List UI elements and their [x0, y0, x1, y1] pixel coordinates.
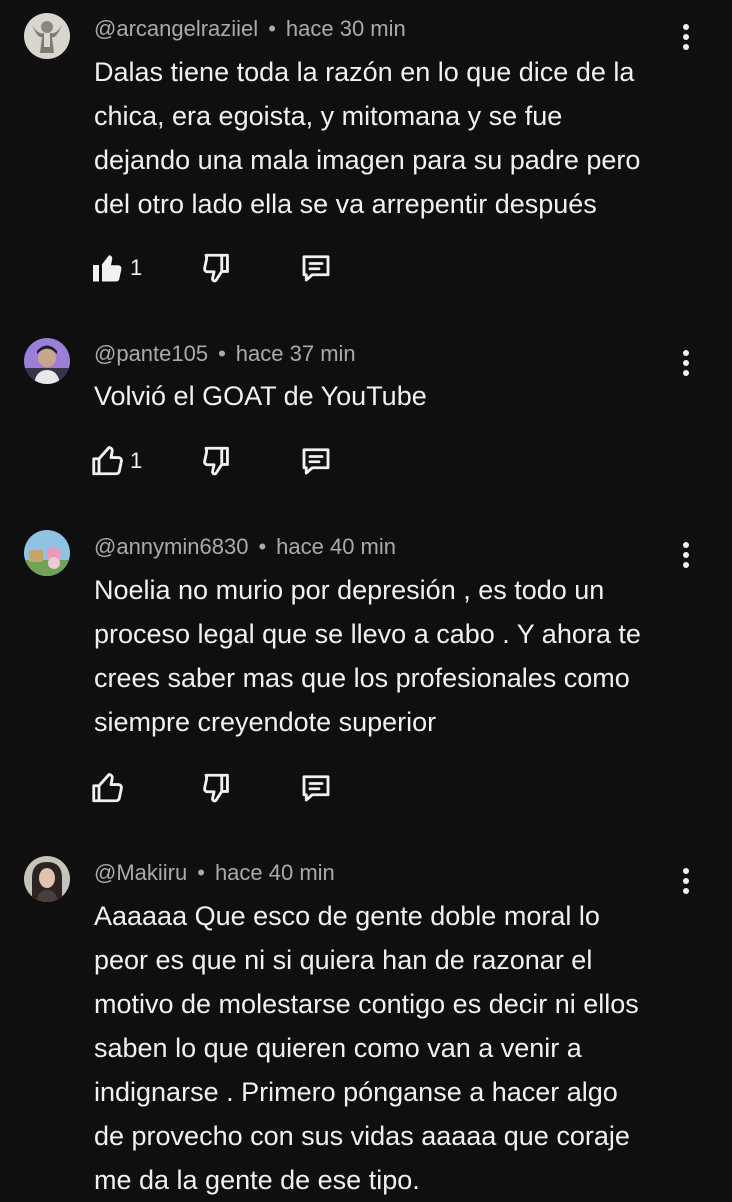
like-button[interactable]: 1	[90, 441, 142, 481]
comment-text: Dalas tiene toda la razón en lo que dice…	[94, 57, 641, 219]
comment-text: Volvió el GOAT de YouTube	[94, 381, 427, 411]
separator-dot: •	[268, 16, 276, 41]
thumbs-down-icon	[203, 253, 229, 283]
dislike-button[interactable]	[200, 248, 236, 288]
comment-author[interactable]: @arcangelraziiel	[94, 16, 258, 41]
comment: @Makiiru • hace 40 min Aaaaaa Que esco de …	[0, 842, 732, 1200]
avatar[interactable]	[24, 530, 70, 576]
reply-button[interactable]	[298, 441, 334, 481]
thumbs-down-icon	[203, 773, 229, 803]
comment: @pante105 • hace 37 min Volvió el GOAT de …	[0, 320, 732, 516]
comment-text: Aaaaaa Que esco de gente doble moral lo …	[94, 901, 639, 1195]
separator-dot: •	[218, 341, 226, 366]
comment-time: hace 30 min	[285, 16, 406, 41]
comment: @arcangelraziiel • hace 30 min Dalas tiene…	[0, 0, 732, 320]
avatar[interactable]	[24, 856, 70, 902]
comment-meta: @pante105 • hace 37 min	[94, 340, 356, 368]
comment-meta: @arcangelraziiel • hace 30 min	[94, 15, 406, 43]
comment-time: hace 37 min	[235, 341, 356, 366]
comment: @annymin6830 • hace 40 min Noelia no murio…	[0, 516, 732, 842]
like-button[interactable]	[90, 768, 126, 808]
separator-dot: •	[258, 534, 267, 559]
reply-button[interactable]	[298, 248, 334, 288]
reply-icon	[302, 255, 330, 282]
avatar[interactable]	[24, 338, 70, 384]
comment-time: hace 40 min	[276, 534, 396, 559]
reply-button[interactable]	[298, 768, 334, 808]
like-button[interactable]: 1	[90, 248, 142, 288]
comment-author[interactable]: @pante105	[94, 341, 208, 366]
thumbs-up-icon	[92, 773, 123, 803]
like-count: 1	[130, 448, 143, 473]
like-count: 1	[130, 255, 143, 280]
thumbs-up-icon	[92, 446, 123, 476]
comment-text: Noelia no murio por depresión , es todo …	[94, 575, 641, 737]
dislike-button[interactable]	[200, 441, 236, 481]
comment-meta: @Makiiru • hace 40 min	[94, 859, 335, 887]
avatar[interactable]	[24, 13, 70, 59]
dislike-button[interactable]	[200, 768, 236, 808]
separator-dot: •	[197, 860, 205, 885]
thumbs-down-icon	[203, 446, 229, 476]
reply-icon	[302, 775, 330, 802]
comment-author[interactable]: @Makiiru	[94, 860, 187, 885]
comment-time: hace 40 min	[214, 860, 335, 885]
reply-icon	[302, 448, 330, 475]
comment-author[interactable]: @annymin6830	[94, 534, 248, 559]
comment-meta: @annymin6830 • hace 40 min	[94, 533, 396, 561]
thumbs-up-filled-icon	[93, 255, 122, 282]
